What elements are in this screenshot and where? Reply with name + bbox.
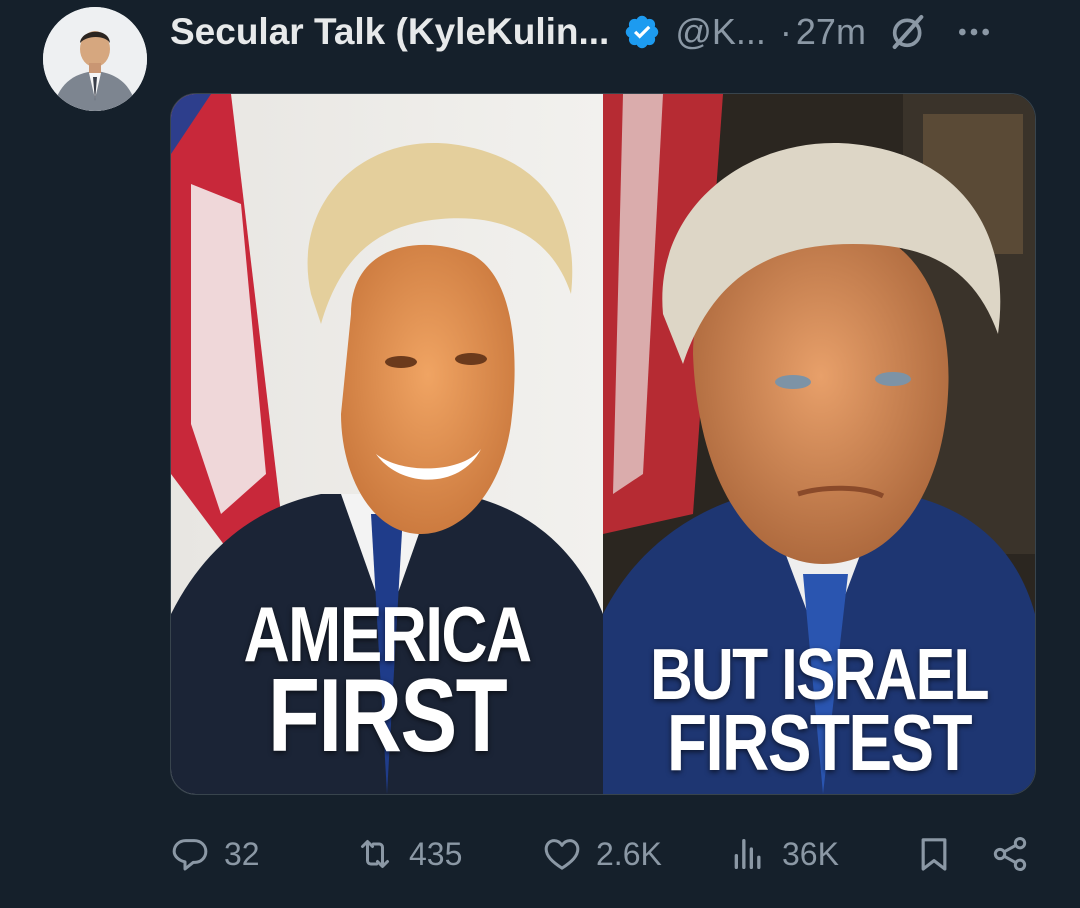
like-button[interactable]: 2.6K <box>542 830 662 878</box>
share-button[interactable] <box>990 830 1030 878</box>
left-caption-line2: FIRST <box>267 658 508 774</box>
separator-dot: · <box>779 11 792 52</box>
action-bar: 32 435 2.6K 36K <box>170 830 1040 878</box>
tweet-header: Secular Talk (KyleKulin... @K... · 27m <box>170 8 1050 56</box>
share-icon <box>993 837 1027 871</box>
reply-button[interactable]: 32 <box>170 830 260 878</box>
author-display-name[interactable]: Secular Talk (KyleKulin... <box>170 11 609 53</box>
avatar[interactable] <box>43 7 147 111</box>
tweet[interactable]: Secular Talk (KyleKulin... @K... · 27m A… <box>0 0 1080 908</box>
post-image[interactable]: AMERICA FIRST BUT ISRAEL FIRSTEST <box>170 93 1036 795</box>
repost-count: 435 <box>409 835 463 872</box>
views-count: 36K <box>782 835 839 872</box>
heart-icon <box>544 839 580 870</box>
views-button[interactable]: 36K <box>728 830 839 878</box>
bookmark-icon <box>921 838 947 871</box>
more-options-icon[interactable] <box>954 12 994 52</box>
left-image-panel: AMERICA FIRST <box>171 94 603 794</box>
reply-count: 32 <box>224 835 260 872</box>
grok-icon[interactable] <box>888 12 928 52</box>
like-count: 2.6K <box>596 835 662 872</box>
reply-icon <box>172 839 208 871</box>
repost-button[interactable]: 435 <box>355 830 462 878</box>
bookmark-button[interactable] <box>914 830 954 878</box>
post-time[interactable]: 27m <box>796 11 866 53</box>
verified-badge-icon[interactable] <box>623 13 661 51</box>
author-handle[interactable]: @K... <box>675 11 766 53</box>
views-icon <box>734 839 761 869</box>
repost-icon <box>361 840 389 868</box>
right-caption-line2: FIRSTEST <box>667 698 973 787</box>
right-image-panel: BUT ISRAEL FIRSTEST <box>603 94 1035 794</box>
